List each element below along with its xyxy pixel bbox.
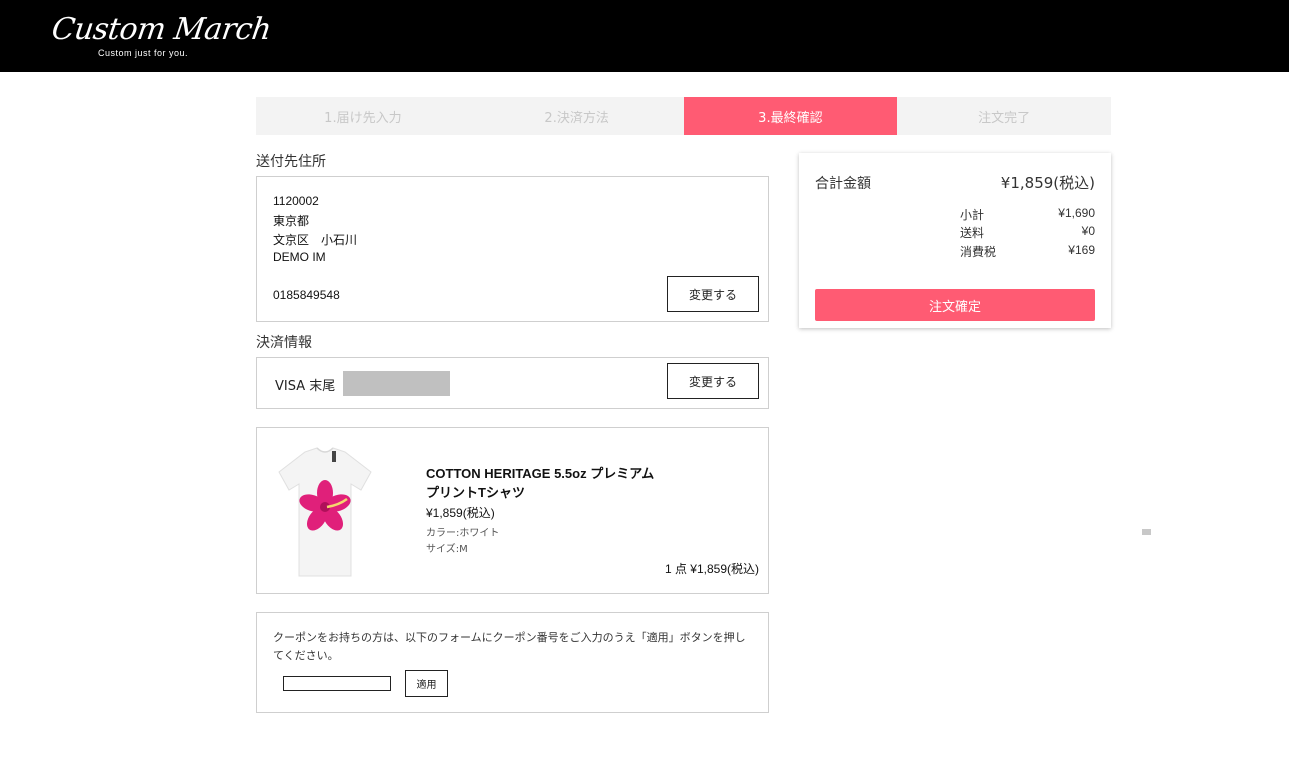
address-heading: 送付先住所 <box>256 154 326 170</box>
payment-box: VISA 末尾 変更する <box>256 357 769 409</box>
brand-tagline: Custom just for you. <box>98 48 189 58</box>
subtotal-label: 小計 <box>960 208 985 222</box>
apply-coupon-button[interactable]: 適用 <box>405 670 448 697</box>
product-box: COTTON HERITAGE 5.5oz プレミアムプリントTシャツ ¥1,8… <box>256 427 769 594</box>
scroll-indicator[interactable] <box>1142 529 1151 535</box>
payment-heading: 決済情報 <box>256 335 312 351</box>
recipient-name: DEMO IM <box>273 250 326 264</box>
confirm-order-button[interactable]: 注文確定 <box>815 289 1095 321</box>
address-box: 1120002 東京都 文京区 小石川 DEMO IM 0185849548 変… <box>256 176 769 322</box>
site-header: Custom March Custom just for you. <box>0 0 1289 72</box>
total-label: 合計金額 <box>815 176 871 192</box>
city: 文京区 小石川 <box>273 233 358 247</box>
product-size: サイズ:M <box>426 544 468 555</box>
tshirt-image <box>278 447 372 577</box>
order-summary: 合計金額 ¥1,859(税込) 小計 ¥1,690 送料 ¥0 消費税 ¥169… <box>799 153 1111 328</box>
step-confirm: 3.最終確認 <box>683 97 898 135</box>
tax-label: 消費税 <box>960 245 997 259</box>
step-payment: 2.決済方法 <box>544 110 609 126</box>
coupon-instructions: クーポンをお持ちの方は、以下のフォームにクーポン番号をご入力のうえ「適用」ボタン… <box>273 631 746 662</box>
postal-code: 1120002 <box>273 194 319 208</box>
phone-number: 0185849548 <box>273 288 340 302</box>
coupon-input[interactable] <box>283 676 391 691</box>
shipping-value: ¥0 <box>1081 224 1095 238</box>
card-number-mask <box>343 371 450 396</box>
total-value: ¥1,859(税込) <box>1000 174 1095 192</box>
product-price: ¥1,859(税込) <box>426 506 495 520</box>
shipping-label: 送料 <box>960 226 985 240</box>
brand-logo[interactable]: Custom March Custom just for you. <box>50 10 274 64</box>
step-complete: 注文完了 <box>978 110 1031 126</box>
brand-name: Custom March <box>49 12 274 47</box>
change-address-button[interactable]: 変更する <box>667 276 759 312</box>
checkout-steps: 1.届け先入力 2.決済方法 3.最終確認 注文完了 <box>256 97 1111 135</box>
step-address: 1.届け先入力 <box>324 110 402 126</box>
product-name: COTTON HERITAGE 5.5oz プレミアムプリントTシャツ <box>426 466 655 500</box>
product-total: 1 点 ¥1,859(税込) <box>664 562 759 576</box>
coupon-box: クーポンをお持ちの方は、以下のフォームにクーポン番号をご入力のうえ「適用」ボタン… <box>256 612 769 713</box>
product-color: カラー:ホワイト <box>426 528 500 539</box>
tax-value: ¥169 <box>1068 243 1095 257</box>
prefecture: 東京都 <box>273 214 310 228</box>
change-payment-button[interactable]: 変更する <box>667 363 759 399</box>
subtotal-value: ¥1,690 <box>1058 206 1095 220</box>
payment-card-text: VISA 末尾 <box>275 379 336 394</box>
